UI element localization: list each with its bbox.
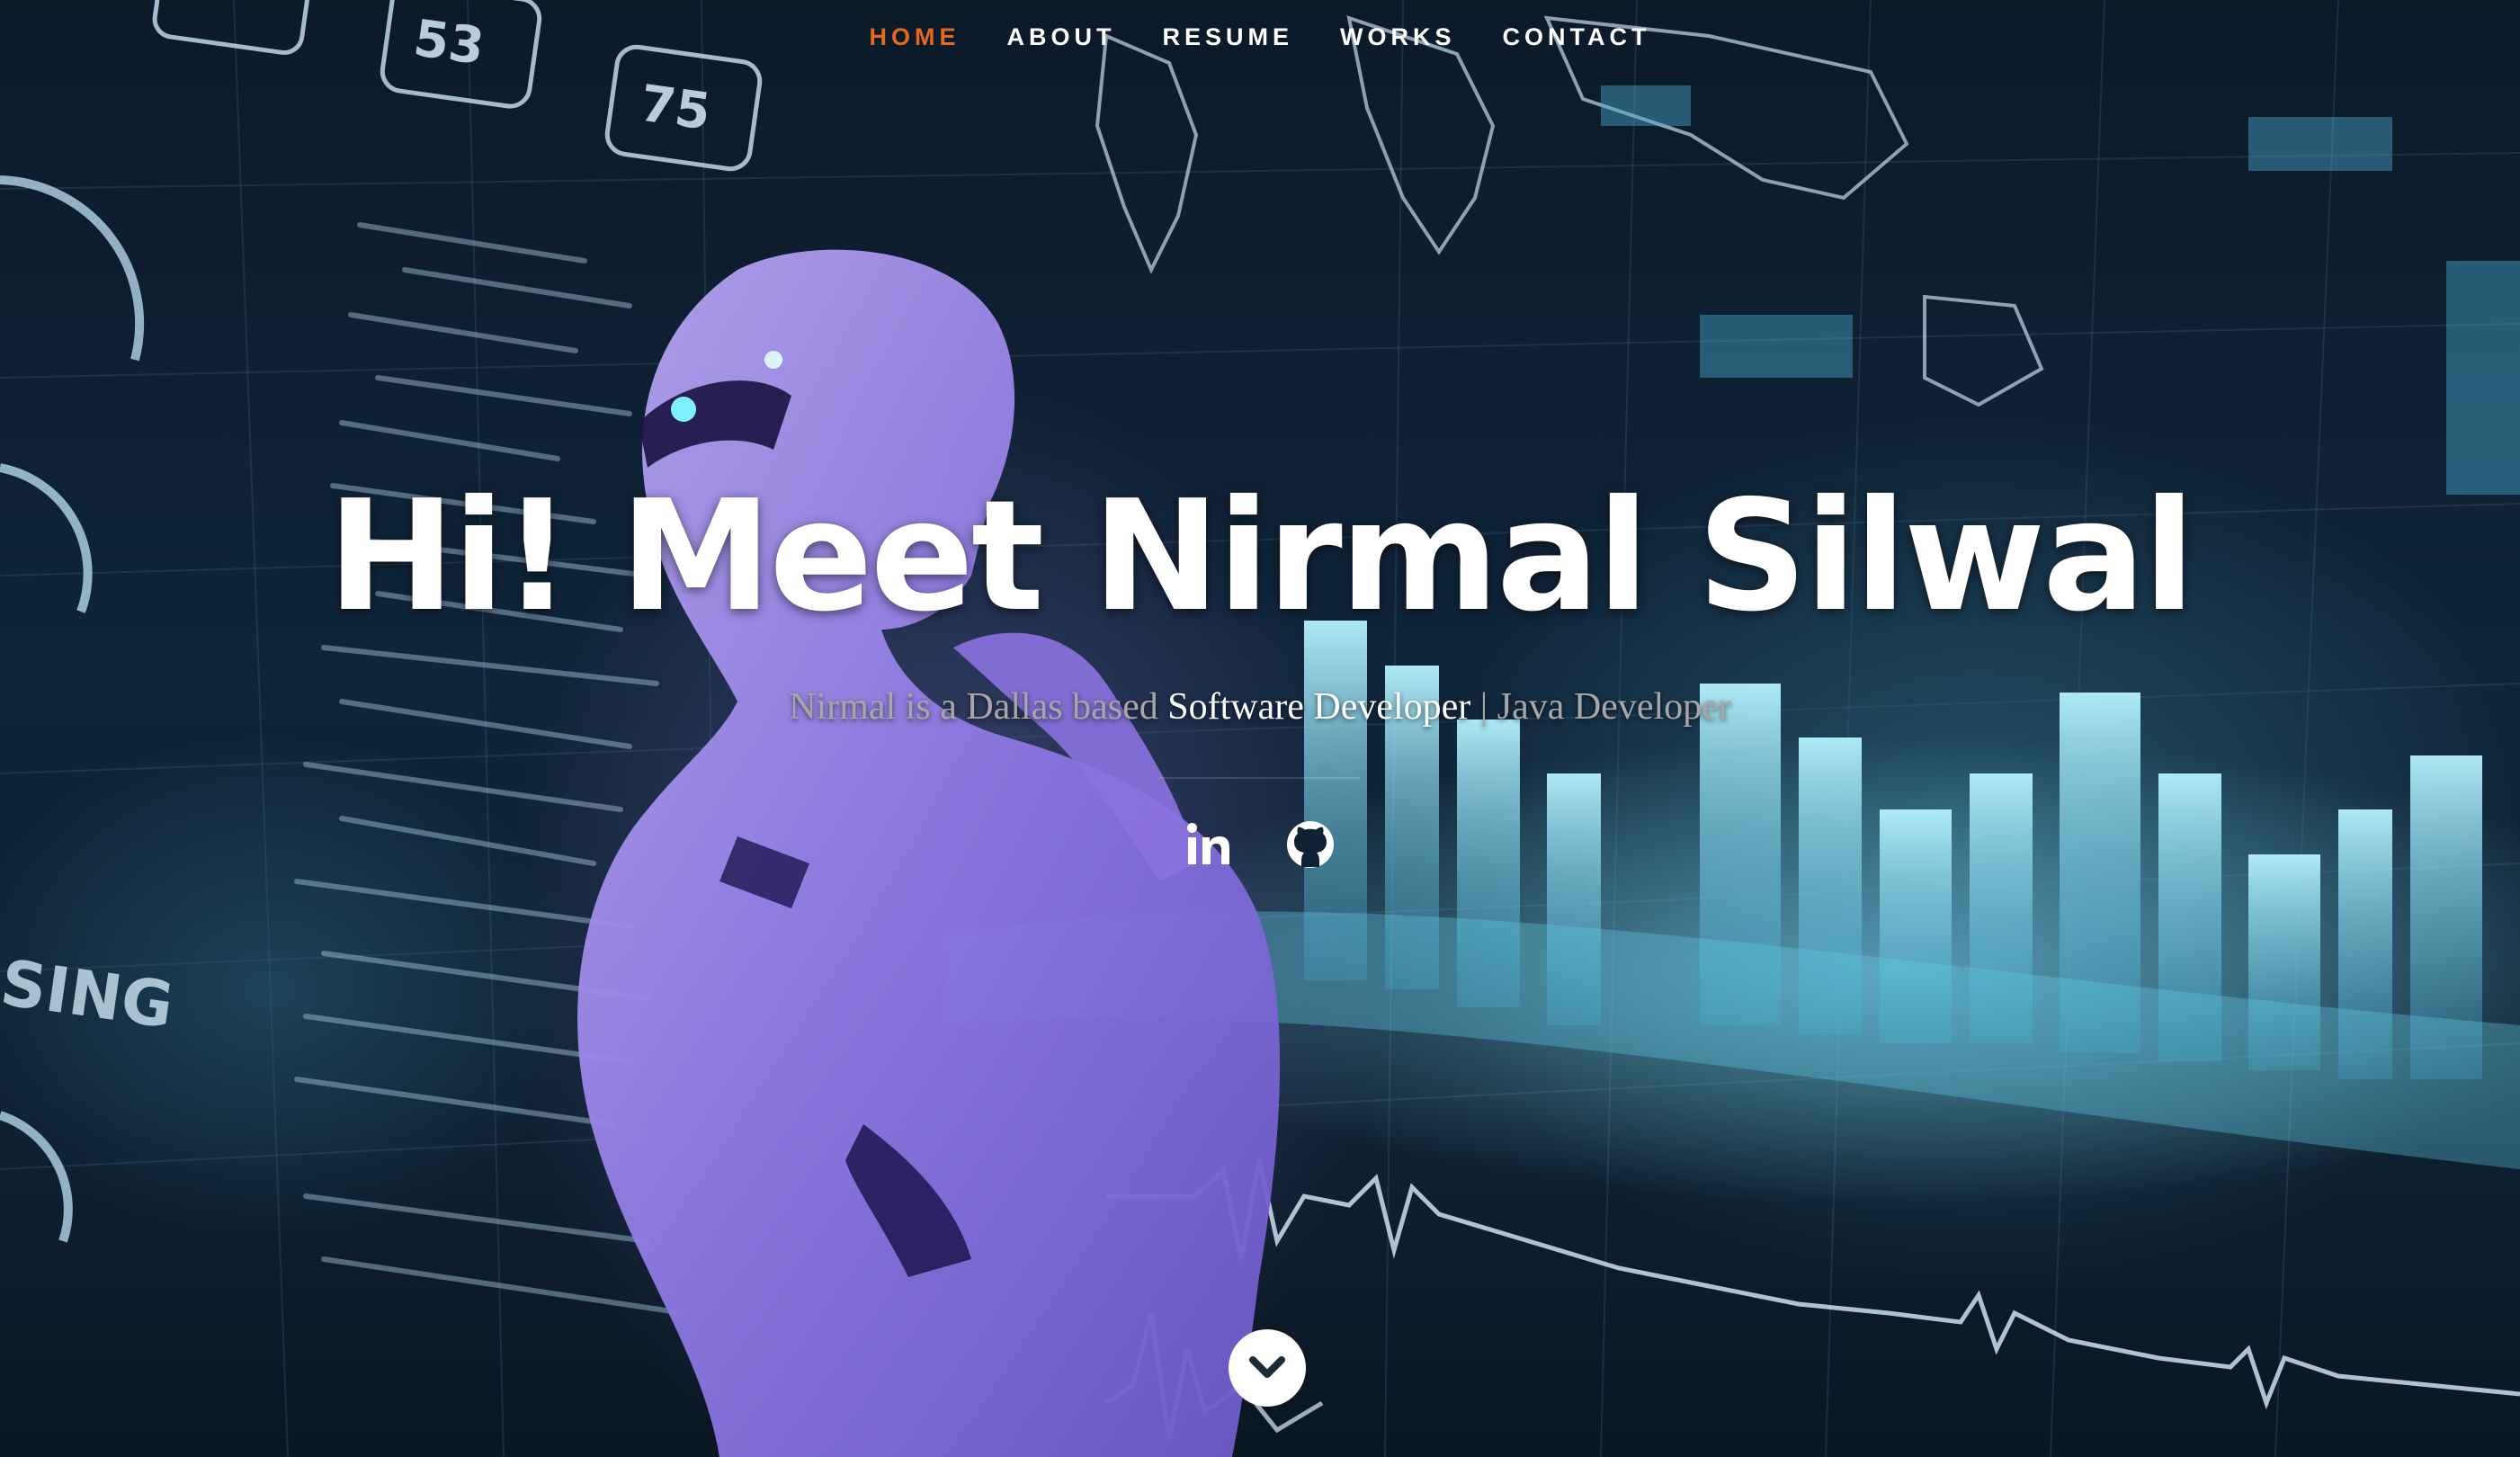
hud-number-75: 75: [637, 75, 714, 142]
hero-subtitle-suffix: Java Developer: [1497, 686, 1731, 728]
hero-divider: [1160, 777, 1360, 779]
hero-title: Hi! Meet Nirmal Silwal: [326, 468, 2195, 646]
hero-section: 53 75 SING HOME ABOUT RESUME WORKS CONTA…: [0, 0, 2520, 1457]
github-link[interactable]: [1284, 818, 1336, 871]
hud-text-sing: SING: [0, 946, 178, 1043]
scroll-down-button[interactable]: [1229, 1329, 1306, 1407]
nav-item-works[interactable]: WORKS: [1317, 20, 1479, 55]
hero-subtitle-prefix: Nirmal is a Dallas based: [789, 686, 1168, 728]
chevron-down-icon: [1249, 1356, 1285, 1378]
hero-subtitle-separator: |: [1470, 686, 1497, 728]
linkedin-icon: [1187, 823, 1229, 864]
social-links: [0, 818, 2520, 871]
linkedin-link[interactable]: [1184, 818, 1236, 871]
hero-background-image: 53 75 SING: [0, 0, 2520, 1457]
nav-item-resume[interactable]: RESUME: [1139, 20, 1318, 55]
nav-item-contact[interactable]: CONTACT: [1479, 20, 1675, 55]
main-nav: HOME ABOUT RESUME WORKS CONTACT: [0, 20, 2520, 55]
nav-item-home[interactable]: HOME: [846, 20, 984, 55]
nav-item-about[interactable]: ABOUT: [984, 20, 1139, 55]
hero-subtitle: Nirmal is a Dallas based Software Develo…: [0, 685, 2520, 728]
hero-subtitle-role: Software Developer: [1167, 686, 1471, 728]
github-icon: [1287, 821, 1334, 868]
